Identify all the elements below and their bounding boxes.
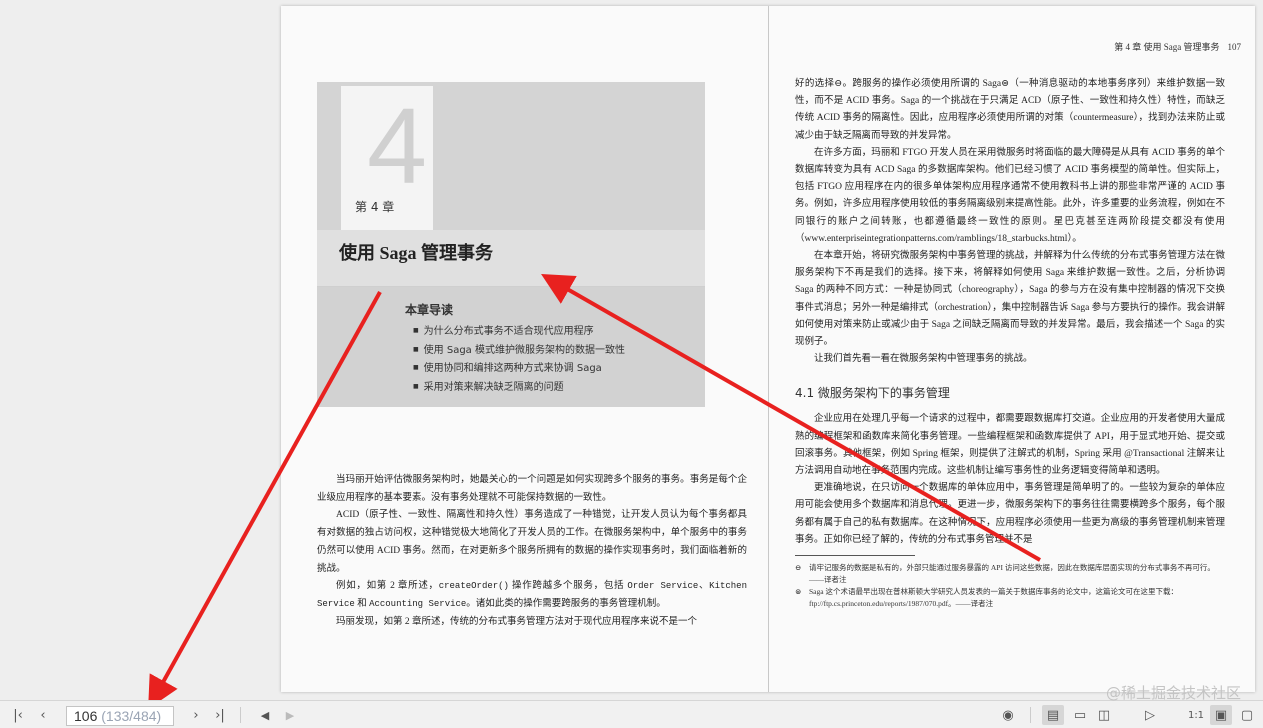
fullscreen-icon[interactable]: ▢ — [1237, 705, 1257, 725]
prev-page-icon[interactable]: ‹ — [33, 705, 53, 725]
chapter-banner: 4 第 4 章 使用 Saga 管理事务 本章导读 为什么分布式事务不适合现代应… — [317, 82, 705, 407]
left-body-text: 当玛丽开始评估微服务架构时，她最关心的一个问题是如何实现跨多个服务的事务。事务是… — [317, 472, 747, 631]
next-page-icon[interactable]: › — [186, 705, 206, 725]
chapter-number: 4 — [367, 85, 428, 206]
two-page-icon[interactable]: ◫ — [1094, 705, 1114, 725]
left-page: 4 第 4 章 使用 Saga 管理事务 本章导读 为什么分布式事务不适合现代应… — [281, 6, 768, 692]
paragraph: 例如，如第 2 章所述，createOrder() 操作跨越多个服务，包括 Or… — [317, 581, 747, 609]
chapter-label: 第 4 章 — [355, 200, 395, 214]
footnote: ⊜ Saga 这个术语最早出现在普林斯顿大学研究人员发表的一篇关于数据库事务的论文… — [795, 587, 1178, 609]
right-page: 第 4 章 使用 Saga 管理事务 107 好的选择⊖。跨服务的操作必须使用所谓… — [768, 6, 1255, 692]
last-page-icon[interactable]: ›| — [210, 705, 230, 725]
intro-heading: 本章导读 — [405, 303, 454, 317]
page-number-field[interactable]: 106 (133/484) — [66, 706, 174, 726]
paragraph: ACID（原子性、一致性、隔离性和持久性）事务造成了一种错觉，让开发人员认为每个… — [317, 510, 747, 574]
running-head-title: 第 4 章 使用 Saga 管理事务 — [1114, 42, 1220, 52]
intro-item: 为什么分布式事务不适合现代应用程序 — [413, 323, 625, 342]
document-viewport[interactable]: 4 第 4 章 使用 Saga 管理事务 本章导读 为什么分布式事务不适合现代应… — [0, 0, 1263, 700]
single-page-icon[interactable]: ▤ — [1042, 705, 1064, 725]
fit-page-icon[interactable]: ▣ — [1210, 705, 1232, 725]
document-icon[interactable]: ▭ — [1070, 705, 1090, 725]
intro-item: 采用对策来解决缺乏隔离的问题 — [413, 379, 625, 398]
play-icon[interactable]: ▷ — [1140, 705, 1160, 725]
paragraph: 让我们首先看一看在微服务架构中管理事务的挑战。 — [814, 354, 1033, 365]
paragraph: 在许多方面，玛丽和 FTGO 开发人员在采用微服务时将面临的最大障碍是从具有 A… — [795, 147, 1225, 244]
page-spread: 4 第 4 章 使用 Saga 管理事务 本章导读 为什么分布式事务不适合现代应… — [281, 6, 1255, 692]
intro-list: 为什么分布式事务不适合现代应用程序 使用 Saga 模式维护微服务架构的数据一致… — [413, 323, 625, 397]
paragraph: 当玛丽开始评估微服务架构时，她最关心的一个问题是如何实现跨多个服务的事务。事务是… — [317, 475, 747, 503]
paragraph: 玛丽发现，如第 2 章所述，传统的分布式事务管理方法对于现代应用程序来说不是一个 — [336, 616, 698, 627]
paragraph: 在本章开始，将研究微服务架构中事务管理的挑战，并解释为什么传统的分布式事务管理方… — [795, 251, 1225, 348]
first-page-icon[interactable]: |‹ — [8, 705, 28, 725]
actual-size-icon[interactable]: 1:1 — [1186, 705, 1206, 725]
page-total: (133/484) — [97, 708, 162, 724]
code-inline: Order Service — [627, 581, 699, 592]
paragraph: 更准确地说，在只访问一个数据库的单体应用中，事务管理是简单明了的。一些较为复杂的… — [795, 483, 1225, 545]
bottom-toolbar: |‹ ‹ 106 (133/484) › ›| ◀ ▶ ◉ ▤ ▭ ◫ ▷ 1:… — [0, 700, 1263, 728]
paragraph: 好的选择⊖。跨服务的操作必须使用所谓的 Saga⊜（一种消息驱动的本地事务序列）… — [795, 79, 1225, 141]
eye-icon[interactable]: ◉ — [998, 705, 1018, 725]
back-icon[interactable]: ◀ — [255, 705, 275, 725]
intro-item: 使用 Saga 模式维护微服务架构的数据一致性 — [413, 342, 625, 361]
footnote-divider — [795, 555, 915, 557]
current-page: 106 — [74, 708, 98, 724]
footnote: ⊖ 请牢记服务的数据是私有的，外部只能通过服务暴露的 API 访问这些数据，因此在… — [795, 563, 1215, 585]
forward-icon[interactable]: ▶ — [280, 705, 300, 725]
right-body-text: 好的选择⊖。跨服务的操作必须使用所谓的 Saga⊜（一种消息驱动的本地事务序列）… — [795, 76, 1225, 610]
watermark: @稀土掘金技术社区 — [1105, 684, 1241, 702]
code-inline: Accounting Service — [369, 598, 467, 609]
page-number: 107 — [1227, 42, 1242, 52]
intro-item: 使用协同和编排这两种方式来协调 Saga — [413, 360, 625, 379]
running-head: 第 4 章 使用 Saga 管理事务 107 — [1114, 40, 1241, 53]
code-inline: createOrder() — [438, 581, 509, 592]
section-heading: 4.1 微服务架构下的事务管理 — [795, 386, 950, 401]
paragraph: 企业应用在处理几乎每一个请求的过程中，都需要跟数据库打交道。企业应用的开发者使用… — [795, 414, 1225, 477]
chapter-title: 使用 Saga 管理事务 — [339, 243, 494, 263]
